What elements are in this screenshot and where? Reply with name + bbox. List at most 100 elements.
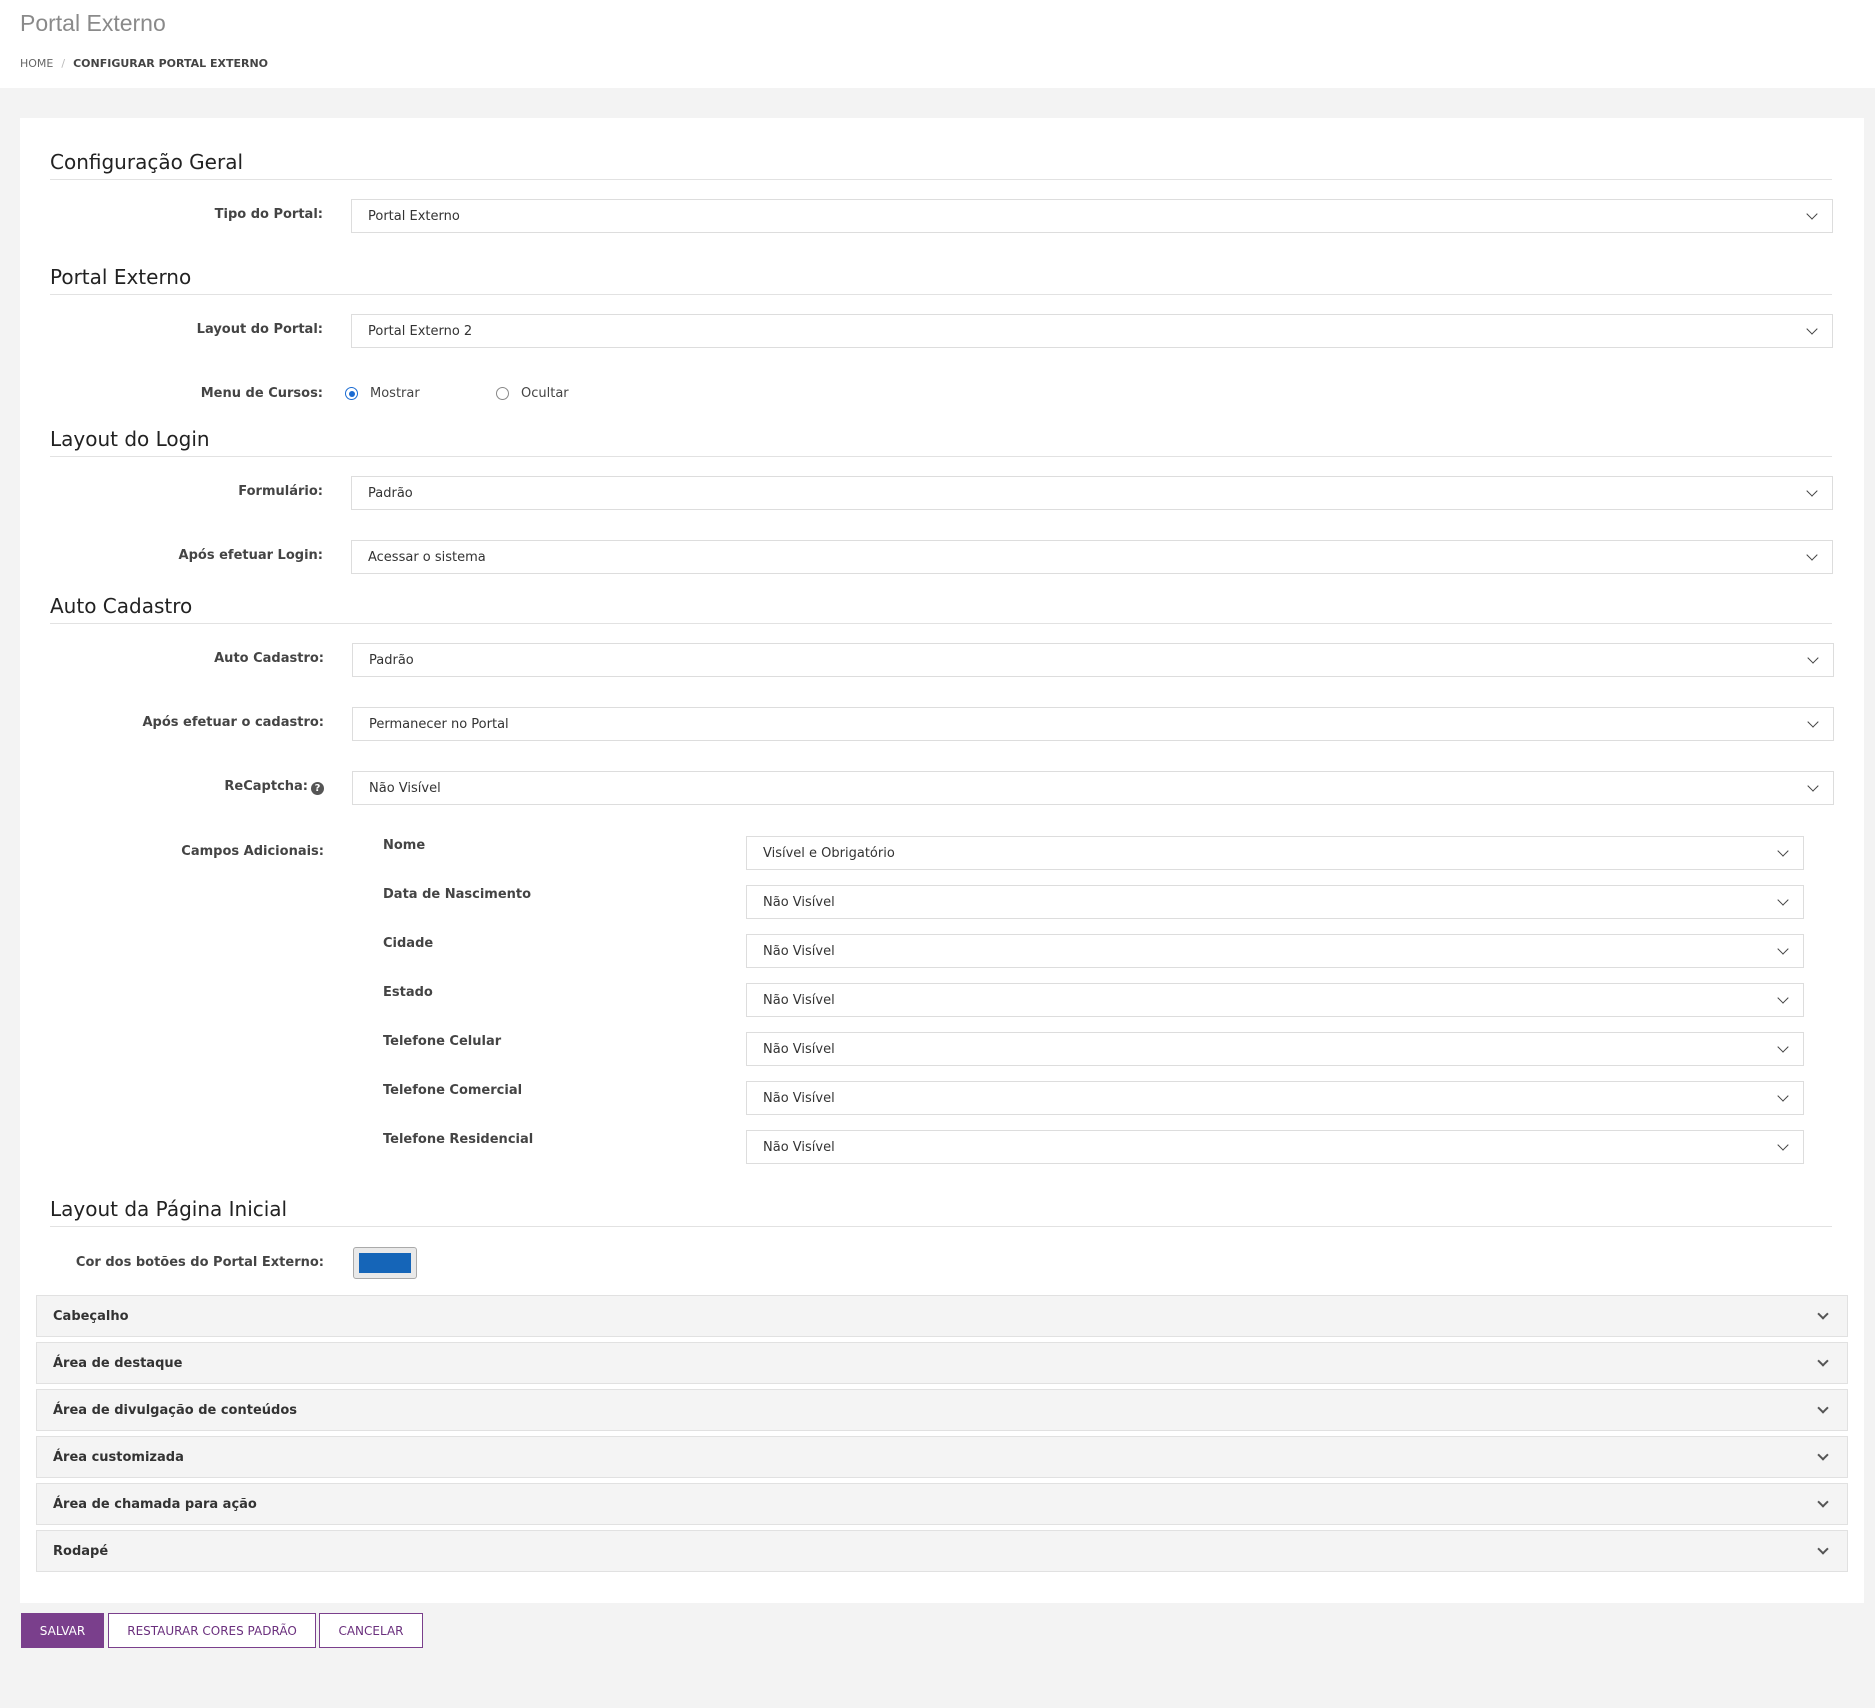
chevron-down-icon	[1807, 716, 1819, 728]
chevron-down-icon	[1817, 1495, 1829, 1508]
apos-login-select[interactable]: Acessar o sistema	[351, 540, 1833, 574]
restore-colors-button[interactable]: RESTAURAR CORES PADRÃO	[108, 1613, 316, 1648]
chevron-down-icon	[1817, 1448, 1829, 1461]
campos-adicionais-label: Campos Adicionais:	[181, 844, 324, 859]
campo-comercial-select[interactable]: Não Visível	[746, 1081, 1804, 1115]
chevron-down-icon	[1777, 1041, 1789, 1053]
menu-cursos-hide-label: Ocultar	[521, 386, 569, 401]
campo-nome-value: Visível e Obrigatório	[763, 845, 895, 861]
apos-cadastro-value: Permanecer no Portal	[369, 716, 509, 732]
campo-nascimento-select[interactable]: Não Visível	[746, 885, 1804, 919]
save-button[interactable]: SALVAR	[21, 1613, 104, 1648]
campo-estado-label: Estado	[383, 985, 433, 1000]
section-divider	[50, 179, 1832, 180]
accordion-label: Rodapé	[53, 1543, 109, 1559]
tipo-portal-select[interactable]: Portal Externo	[351, 199, 1833, 233]
chevron-down-icon	[1777, 1139, 1789, 1151]
accordion-label: Área de destaque	[53, 1355, 183, 1371]
accordion-destaque[interactable]: Área de destaque	[36, 1342, 1848, 1384]
accordion-label: Cabeçalho	[53, 1308, 129, 1324]
breadcrumb-home-link[interactable]: HOME	[20, 57, 53, 70]
apos-login-value: Acessar o sistema	[368, 549, 486, 565]
campo-cidade-label: Cidade	[383, 936, 434, 951]
radio-selected-icon[interactable]	[345, 387, 358, 400]
chevron-down-icon	[1817, 1401, 1829, 1414]
tipo-portal-value: Portal Externo	[368, 208, 460, 224]
chevron-down-icon	[1777, 1090, 1789, 1102]
campo-residencial-value: Não Visível	[763, 1139, 835, 1155]
color-picker-button[interactable]	[353, 1247, 417, 1279]
layout-portal-value: Portal Externo 2	[368, 323, 473, 339]
section-divider	[50, 456, 1832, 457]
apos-cadastro-label: Após efetuar o cadastro:	[142, 715, 324, 730]
chevron-down-icon	[1777, 943, 1789, 955]
breadcrumb: HOME / CONFIGURAR PORTAL EXTERNO	[20, 57, 1855, 70]
chevron-down-icon	[1777, 845, 1789, 857]
recaptcha-label: ReCaptcha:	[224, 779, 308, 794]
accordion-chamada-acao[interactable]: Área de chamada para ação	[36, 1483, 1848, 1525]
section-title-inicial: Layout da Página Inicial	[50, 1197, 288, 1221]
cancel-button[interactable]: CANCELAR	[319, 1613, 423, 1648]
campo-celular-select[interactable]: Não Visível	[746, 1032, 1804, 1066]
question-circle-icon[interactable]: ?	[311, 782, 324, 795]
menu-cursos-label: Menu de Cursos:	[200, 386, 323, 401]
campo-comercial-label: Telefone Comercial	[383, 1083, 523, 1098]
accordion-rodape[interactable]: Rodapé	[36, 1530, 1848, 1572]
tipo-portal-label: Tipo do Portal:	[214, 207, 323, 222]
chevron-down-icon	[1806, 208, 1818, 220]
cor-botoes-label: Cor dos botões do Portal Externo:	[75, 1255, 324, 1270]
recaptcha-label-wrap: ReCaptcha:?	[24, 779, 324, 795]
auto-cadastro-select[interactable]: Padrão	[352, 643, 1834, 677]
section-title-geral: Configuração Geral	[50, 150, 244, 174]
chevron-down-icon	[1777, 992, 1789, 1004]
menu-cursos-hide-option[interactable]: Ocultar	[496, 386, 569, 401]
layout-portal-select[interactable]: Portal Externo 2	[351, 314, 1833, 348]
chevron-down-icon	[1807, 652, 1819, 664]
menu-cursos-show-label: Mostrar	[370, 386, 420, 401]
section-divider	[50, 294, 1832, 295]
breadcrumb-current: CONFIGURAR PORTAL EXTERNO	[73, 57, 269, 70]
chevron-down-icon	[1817, 1542, 1829, 1555]
campo-estado-select[interactable]: Não Visível	[746, 983, 1804, 1017]
color-swatch-fill	[359, 1253, 411, 1273]
accordion-label: Área de chamada para ação	[53, 1496, 257, 1512]
campo-nascimento-value: Não Visível	[763, 894, 835, 910]
chevron-down-icon	[1807, 780, 1819, 792]
campo-cidade-select[interactable]: Não Visível	[746, 934, 1804, 968]
chevron-down-icon	[1777, 894, 1789, 906]
settings-panel: Configuração Geral Tipo do Portal: Porta…	[20, 118, 1864, 1603]
chevron-down-icon	[1806, 485, 1818, 497]
recaptcha-value: Não Visível	[369, 780, 441, 796]
radio-unselected-icon[interactable]	[496, 387, 509, 400]
formulario-select[interactable]: Padrão	[351, 476, 1833, 510]
section-title-cadastro: Auto Cadastro	[50, 594, 193, 618]
menu-cursos-show-option[interactable]: Mostrar	[345, 386, 420, 401]
recaptcha-select[interactable]: Não Visível	[352, 771, 1834, 805]
auto-cadastro-label: Auto Cadastro:	[214, 651, 324, 666]
campo-residencial-label: Telefone Residencial	[383, 1132, 534, 1147]
accordion-label: Área customizada	[53, 1449, 184, 1465]
campo-nome-label: Nome	[383, 838, 426, 853]
campo-nascimento-label: Data de Nascimento	[383, 887, 532, 902]
campo-residencial-select[interactable]: Não Visível	[746, 1130, 1804, 1164]
page-title: Portal Externo	[20, 10, 166, 36]
apos-cadastro-select[interactable]: Permanecer no Portal	[352, 707, 1834, 741]
campo-celular-value: Não Visível	[763, 1041, 835, 1057]
section-divider	[50, 623, 1832, 624]
chevron-down-icon	[1806, 323, 1818, 335]
campo-cidade-value: Não Visível	[763, 943, 835, 959]
accordion-cabecalho[interactable]: Cabeçalho	[36, 1295, 1848, 1337]
formulario-value: Padrão	[368, 485, 413, 501]
layout-portal-label: Layout do Portal:	[196, 322, 323, 337]
breadcrumb-separator: /	[61, 57, 66, 70]
chevron-down-icon	[1806, 549, 1818, 561]
section-title-login: Layout do Login	[50, 427, 210, 451]
accordion-customizada[interactable]: Área customizada	[36, 1436, 1848, 1478]
section-divider	[50, 1226, 1832, 1227]
chevron-down-icon	[1817, 1307, 1829, 1320]
accordion-divulgacao[interactable]: Área de divulgação de conteúdos	[36, 1389, 1848, 1431]
campo-celular-label: Telefone Celular	[383, 1034, 502, 1049]
apos-login-label: Após efetuar Login:	[178, 548, 323, 563]
page-header: Portal Externo HOME / CONFIGURAR PORTAL …	[0, 0, 1875, 88]
campo-nome-select[interactable]: Visível e Obrigatório	[746, 836, 1804, 870]
